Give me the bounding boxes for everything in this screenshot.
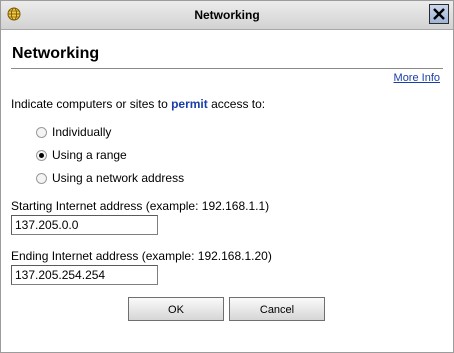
end-address-input[interactable] (11, 265, 158, 285)
networking-dialog: Networking Networking More Info Indicate… (0, 0, 454, 353)
prompt-text-start: Indicate computers or sites to (11, 97, 172, 111)
window-title: Networking (194, 8, 260, 22)
option-label: Individually (52, 125, 112, 139)
radio-range[interactable] (36, 149, 47, 161)
option-label: Using a range (52, 148, 127, 162)
option-network-address[interactable]: Using a network address (36, 170, 184, 186)
cancel-button[interactable]: Cancel (229, 297, 325, 321)
ok-button[interactable]: OK (128, 297, 224, 321)
title-bar[interactable]: Networking (1, 1, 453, 30)
prompt-keyword: permit (171, 97, 208, 111)
start-address-input[interactable] (11, 215, 158, 235)
access-prompt: Indicate computers or sites to permit ac… (11, 97, 265, 111)
heading-divider (11, 68, 443, 69)
end-address-label: Ending Internet address (example: 192.16… (11, 249, 272, 263)
close-button[interactable] (429, 4, 449, 24)
option-individually[interactable]: Individually (36, 124, 111, 140)
prompt-text-end: access to: (207, 97, 266, 111)
option-label: Using a network address (52, 171, 185, 185)
close-icon (433, 8, 445, 20)
radio-individually[interactable] (36, 126, 47, 138)
start-address-label: Starting Internet address (example: 192.… (11, 199, 270, 213)
more-info-link[interactable]: More Info (394, 72, 440, 84)
page-heading: Networking (12, 45, 100, 62)
option-range[interactable]: Using a range (36, 147, 127, 163)
radio-network-address[interactable] (36, 172, 47, 184)
